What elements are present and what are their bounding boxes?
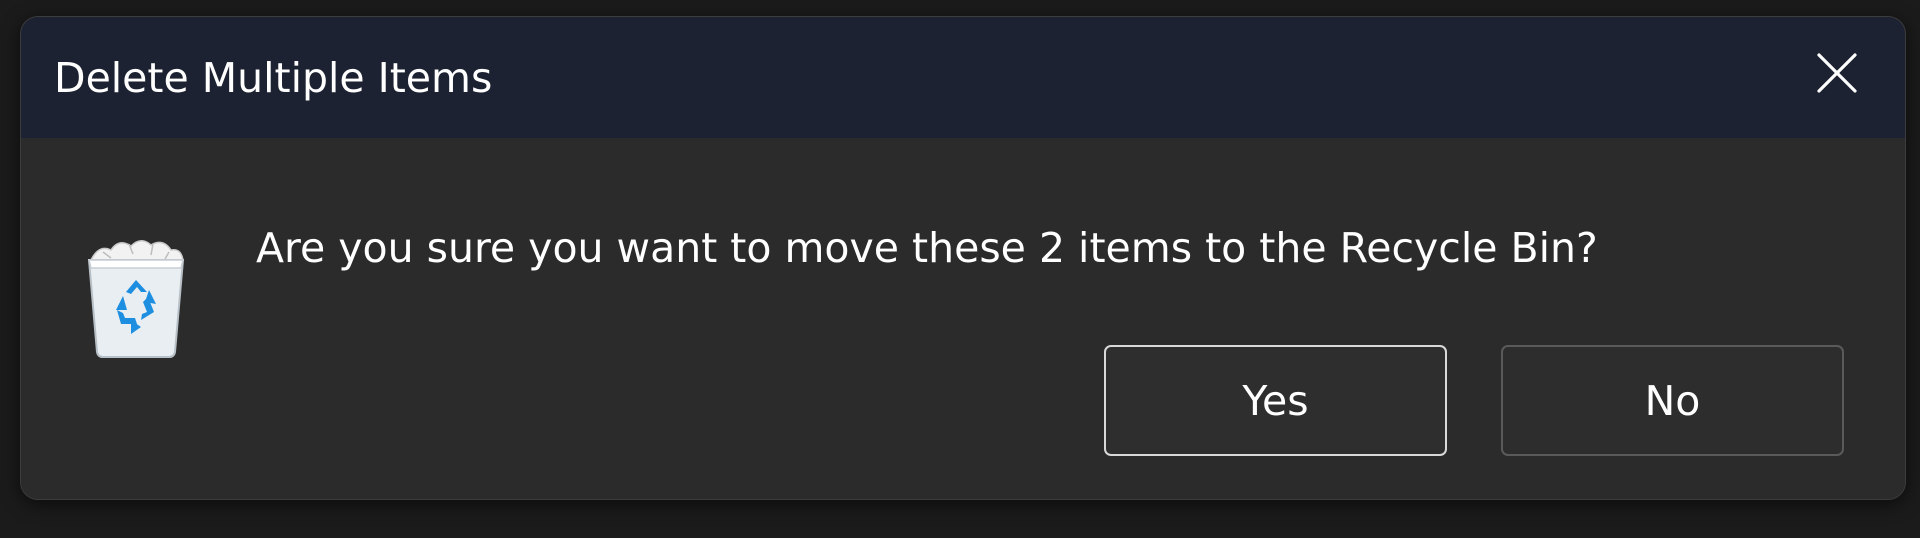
close-button[interactable] (1801, 43, 1873, 103)
dialog-message: Are you sure you want to move these 2 it… (256, 224, 1598, 272)
dialog-title: Delete Multiple Items (54, 54, 493, 102)
recycle-bin-icon (87, 240, 185, 358)
dialog-titlebar: Delete Multiple Items (21, 17, 1905, 138)
no-button[interactable]: No (1501, 345, 1844, 456)
yes-button[interactable]: Yes (1104, 345, 1447, 456)
delete-dialog: Delete Multiple Items Are you sure you w… (20, 16, 1906, 500)
close-icon (1817, 53, 1857, 93)
dialog-body: Are you sure you want to move these 2 it… (21, 138, 1905, 499)
